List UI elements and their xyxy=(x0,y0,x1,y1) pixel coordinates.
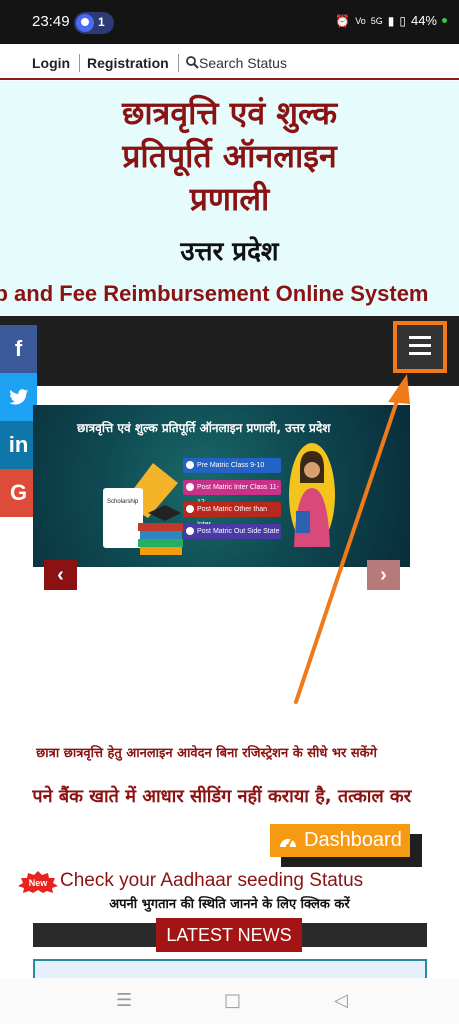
top-nav: Login Registration Search Status xyxy=(0,46,459,80)
scholarship-illustration: Scholarship xyxy=(103,463,183,555)
app-notification-icon xyxy=(76,14,94,32)
site-title-line1: छात्रवृत्ति एवं शुल्क xyxy=(121,94,338,132)
search-status-link[interactable]: Search Status xyxy=(186,55,287,71)
divider xyxy=(178,54,179,72)
tachometer-icon xyxy=(280,838,296,848)
status-icons: ⏰ Vo 5G ▮ ▯ 44% xyxy=(335,13,447,28)
payment-status-link[interactable]: अपनी भुगतान की स्थिति जानने के लिए क्लिक… xyxy=(0,894,459,912)
menu-icon xyxy=(409,336,431,339)
option-pre-matric[interactable]: Pre Matric Class 9-10 xyxy=(183,458,281,473)
signal-icon: ▮ xyxy=(387,13,395,28)
notification-chip[interactable]: 1 xyxy=(74,12,114,34)
news-ticker-2: जिन छात्रों ने अपने बैंक खाते में आधार स… xyxy=(32,784,412,812)
twitter-share-button[interactable] xyxy=(0,373,37,421)
site-title-line3: प्रणाली xyxy=(189,180,270,218)
hamburger-menu-button[interactable] xyxy=(393,321,447,373)
new-badge: New xyxy=(18,871,58,893)
dashboard-button[interactable]: Dashboard xyxy=(270,824,410,857)
alarm-icon: ⏰ xyxy=(335,13,351,28)
status-bar: 23:49 1 ⏰ Vo 5G ▮ ▯ 44% xyxy=(0,0,459,44)
chevron-left-icon: ‹ xyxy=(57,563,64,586)
student-photo xyxy=(289,443,335,547)
network-type: 5G xyxy=(370,15,383,26)
search-status-label: Search Status xyxy=(199,55,287,71)
search-icon xyxy=(186,56,199,69)
home-button[interactable]: □ xyxy=(224,990,241,1011)
recent-apps-button[interactable]: ☰ xyxy=(116,990,132,1011)
menu-icon-bar xyxy=(409,352,431,355)
privacy-dot-icon xyxy=(442,18,447,23)
option-post-matric-outside[interactable]: Post Matric Out Side State xyxy=(183,524,281,539)
google-share-button[interactable]: G xyxy=(0,469,37,517)
new-badge-label: New xyxy=(29,878,49,888)
volte-icon: Vo xyxy=(355,15,366,26)
option-post-matric-other[interactable]: Post Matric Other than Inter xyxy=(183,502,281,528)
ticker-text-1: छात्र छात्रा छात्रवृत्ति हेतु आनलाइन आवे… xyxy=(32,746,377,761)
carousel-next-button[interactable]: › xyxy=(367,560,400,590)
notification-count: 1 xyxy=(98,15,105,29)
marquee-text: Scholarship and Fee Reimbursement Online… xyxy=(0,281,429,306)
login-link[interactable]: Login xyxy=(32,55,70,71)
site-header: छात्रवृत्ति एवं शुल्क प्रतिपूर्ति ऑनलाइन… xyxy=(0,81,459,316)
option-post-matric-inter[interactable]: Post Matric Inter Class 11-12 xyxy=(183,480,281,506)
google-icon: G xyxy=(9,480,28,505)
menu-bar xyxy=(0,316,459,386)
ticker-text-2: जिन छात्रों ने अपने बैंक खाते में आधार स… xyxy=(32,786,412,807)
facebook-icon: f xyxy=(14,336,23,361)
android-nav-bar: ☰ □ ◁ xyxy=(0,978,459,1024)
linkedin-icon: in xyxy=(8,432,29,457)
linkedin-share-button[interactable]: in xyxy=(0,421,37,469)
chevron-right-icon: › xyxy=(380,563,387,586)
clock: 23:49 xyxy=(32,13,70,30)
header-marquee: Scholarship and Fee Reimbursement Online… xyxy=(0,279,430,313)
battery-level: 44% xyxy=(410,13,437,28)
dashboard-label: Dashboard xyxy=(304,829,402,851)
latest-news-tab: LATEST NEWS xyxy=(156,918,302,952)
divider xyxy=(79,54,80,72)
registration-link[interactable]: Registration xyxy=(87,55,169,71)
banner-title: छात्रवृत्ति एवं शुल्क प्रतिपूर्ति ऑनलाइन… xyxy=(77,421,331,435)
facebook-share-button[interactable]: f xyxy=(0,325,37,373)
menu-icon-bar xyxy=(409,344,431,347)
site-title-line2: प्रतिपूर्ति ऑनलाइन xyxy=(122,137,337,175)
back-button[interactable]: ◁ xyxy=(334,990,348,1011)
twitter-icon xyxy=(8,388,28,405)
aadhaar-seeding-link[interactable]: Check your Aadhaar seeding Status xyxy=(60,870,363,892)
battery-icon: ▯ xyxy=(399,13,406,28)
banner-carousel[interactable]: छात्रवृत्ति एवं शुल्क प्रतिपूर्ति ऑनलाइन… xyxy=(33,405,410,567)
scholarship-label: Scholarship xyxy=(107,499,139,505)
state-name: उत्तर प्रदेश xyxy=(180,237,279,267)
news-ticker-1: छात्र छात्रा छात्रवृत्ति हेतु आनलाइन आवे… xyxy=(32,743,427,765)
carousel-prev-button[interactable]: ‹ xyxy=(44,560,77,590)
